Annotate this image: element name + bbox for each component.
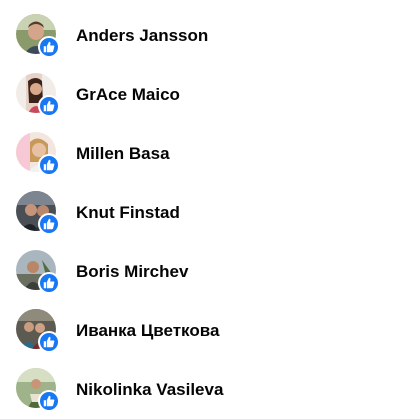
reaction-row[interactable]: Anders Jansson xyxy=(0,6,420,65)
person-name[interactable]: GrAce Maico xyxy=(76,85,180,105)
avatar-with-badge xyxy=(16,308,60,353)
reaction-row[interactable]: Nikolinka Vasileva xyxy=(0,360,420,419)
reaction-row[interactable]: GrAce Maico xyxy=(0,65,420,124)
avatar-with-badge xyxy=(16,190,60,235)
person-name[interactable]: Nikolinka Vasileva xyxy=(76,380,223,400)
reaction-row[interactable]: Boris Mirchev xyxy=(0,242,420,301)
like-icon xyxy=(38,389,60,412)
like-icon xyxy=(38,271,60,294)
person-name[interactable]: Anders Jansson xyxy=(76,26,208,46)
like-icon xyxy=(38,212,60,235)
person-name[interactable]: Иванка Цветкова xyxy=(76,321,219,341)
person-name[interactable]: Knut Finstad xyxy=(76,203,180,223)
like-icon xyxy=(38,35,60,58)
reaction-row[interactable]: Иванка Цветкова xyxy=(0,301,420,360)
reaction-row[interactable]: Millen Basa xyxy=(0,124,420,183)
like-icon xyxy=(38,153,60,176)
avatar-with-badge xyxy=(16,72,60,117)
reactions-list: Anders Jansson GrAce Maico Millen Basa K… xyxy=(0,0,420,420)
reaction-row[interactable]: Knut Finstad xyxy=(0,183,420,242)
like-icon xyxy=(38,330,60,353)
avatar-with-badge xyxy=(16,13,60,58)
avatar-with-badge xyxy=(16,367,60,412)
person-name[interactable]: Millen Basa xyxy=(76,144,170,164)
person-name[interactable]: Boris Mirchev xyxy=(76,262,188,282)
like-icon xyxy=(38,94,60,117)
avatar-with-badge xyxy=(16,131,60,176)
avatar-with-badge xyxy=(16,249,60,294)
